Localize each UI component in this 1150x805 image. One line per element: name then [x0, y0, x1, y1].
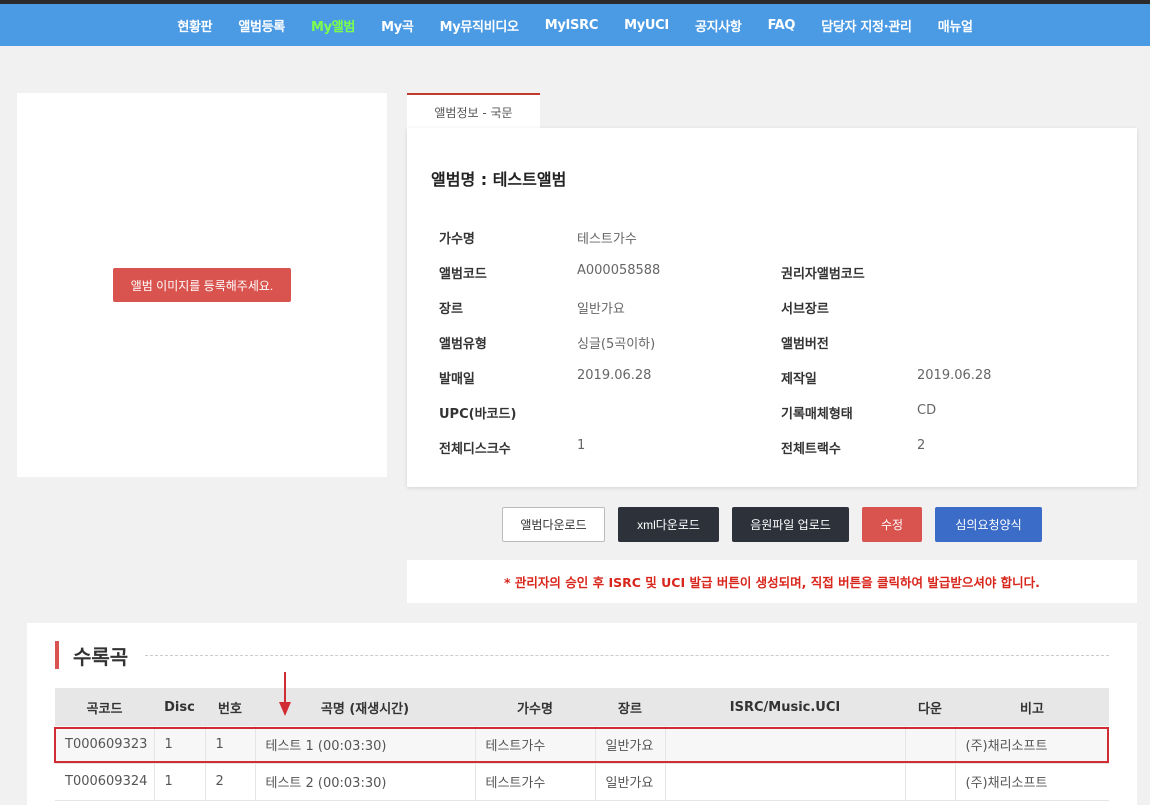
- production-date-value: 2019.06.28: [917, 368, 992, 383]
- nav-manager[interactable]: 담당자 지정·관리: [821, 16, 912, 35]
- nav-album-register[interactable]: 앨범등록: [238, 16, 285, 35]
- col-header-download: 다운: [905, 688, 955, 726]
- release-date-value: 2019.06.28: [577, 368, 652, 383]
- total-discs-label: 전체디스크수: [439, 442, 511, 457]
- nav-my-uci[interactable]: MyUCI: [624, 18, 669, 33]
- genre-value: 일반가요: [577, 302, 625, 317]
- subgenre-label: 서브장르: [781, 302, 829, 317]
- cell-number: 1: [205, 726, 256, 764]
- cell-genre: 일반가요: [595, 726, 666, 764]
- album-info-panel: 앨범명 : 테스트앨범 가수명 테스트가수 앨범코드 A000058588 권리…: [407, 128, 1137, 487]
- col-header-song-code: 곡코드: [55, 688, 154, 726]
- col-header-number: 번호: [205, 688, 255, 726]
- cell-disc: 1: [154, 726, 206, 764]
- col-header-isrc-uci: ISRC/Music.UCI: [665, 688, 905, 726]
- album-type-label: 앨범유형: [439, 337, 487, 352]
- main-nav: 현황판 앨범등록 My앨범 My곡 My뮤직비디오 MyISRC MyUCI 공…: [0, 4, 1150, 46]
- section-divider: [145, 655, 1109, 656]
- album-image-area: 앨범 이미지를 등록해주세요.: [17, 93, 387, 477]
- media-type-value: CD: [917, 403, 937, 418]
- album-code-value: A000058588: [577, 263, 661, 278]
- cell-note: (주)채리소프트: [955, 763, 1109, 801]
- tracks-table: 곡코드 Disc 번호 곡명 (재생시간) 가수명 장르 ISRC/Music.…: [55, 688, 1109, 801]
- col-header-artist: 가수명: [475, 688, 595, 726]
- col-header-note: 비고: [955, 688, 1109, 726]
- down-arrow-icon: [279, 672, 291, 716]
- genre-label: 장르: [439, 302, 463, 317]
- review-request-form-button[interactable]: 심의요청양식: [935, 507, 1042, 542]
- nav-notices[interactable]: 공지사항: [695, 16, 742, 35]
- upc-label: UPC(바코드): [439, 407, 517, 422]
- cell-song-code: T000609324: [55, 763, 155, 801]
- album-version-label: 앨범버전: [781, 337, 829, 352]
- nav-dashboard[interactable]: 현황판: [177, 16, 212, 35]
- media-type-label: 기록매체형태: [781, 407, 853, 422]
- tab-album-info-korean[interactable]: 앨범정보 - 국문: [407, 93, 540, 129]
- register-image-button[interactable]: 앨범 이미지를 등록해주세요.: [113, 268, 291, 302]
- cell-download: [905, 726, 956, 764]
- cell-artist: 테스트가수: [475, 726, 596, 764]
- cell-song-name[interactable]: 테스트 1 (00:03:30): [255, 726, 476, 764]
- cell-isrc-uci: [665, 726, 906, 764]
- album-title: 앨범명 : 테스트앨범: [431, 170, 567, 189]
- artist-label: 가수명: [439, 232, 475, 247]
- album-download-button[interactable]: 앨범다운로드: [502, 507, 605, 542]
- nav-faq[interactable]: FAQ: [768, 18, 796, 33]
- edit-button[interactable]: 수정: [862, 507, 922, 542]
- cell-disc: 1: [154, 763, 206, 801]
- album-code-label: 앨범코드: [439, 267, 487, 282]
- release-date-label: 발매일: [439, 372, 475, 387]
- total-tracks-value: 2: [917, 438, 926, 453]
- cell-artist: 테스트가수: [475, 763, 596, 801]
- tracks-section-title: 수록곡: [55, 641, 128, 669]
- nav-my-album[interactable]: My앨범: [311, 16, 355, 35]
- cell-number: 2: [205, 763, 256, 801]
- nav-my-isrc[interactable]: MyISRC: [545, 18, 599, 33]
- total-discs-value: 1: [577, 438, 586, 453]
- cell-note: (주)채리소프트: [955, 726, 1109, 764]
- rights-album-code-label: 권리자앨범코드: [781, 267, 865, 282]
- cell-song-name[interactable]: 테스트 2 (00:03:30): [255, 763, 476, 801]
- nav-my-song[interactable]: My곡: [381, 16, 414, 35]
- cell-isrc-uci: [665, 763, 906, 801]
- xml-download-button[interactable]: xml다운로드: [618, 507, 719, 542]
- cell-song-code: T000609323: [55, 726, 155, 764]
- col-header-genre: 장르: [595, 688, 665, 726]
- upload-audio-button[interactable]: 음원파일 업로드: [732, 507, 849, 542]
- table-row[interactable]: T000609324 1 2 테스트 2 (00:03:30) 테스트가수 일반…: [55, 763, 1109, 801]
- production-date-label: 제작일: [781, 372, 817, 387]
- artist-value: 테스트가수: [577, 232, 637, 247]
- col-header-disc: Disc: [154, 688, 205, 726]
- isrc-uci-notice: * 관리자의 승인 후 ISRC 및 UCI 발급 버튼이 생성되며, 직접 버…: [407, 560, 1137, 603]
- cell-genre: 일반가요: [595, 763, 666, 801]
- album-type-value: 싱글(5곡이하): [577, 337, 656, 352]
- total-tracks-label: 전체트랙수: [781, 442, 841, 457]
- nav-my-music-video[interactable]: My뮤직비디오: [440, 16, 519, 35]
- tracks-panel: 수록곡 곡코드 Disc 번호 곡명 (재생시간) 가수명 장르 ISRC/Mu…: [27, 623, 1137, 805]
- nav-manual[interactable]: 매뉴얼: [938, 16, 973, 35]
- table-header-row: 곡코드 Disc 번호 곡명 (재생시간) 가수명 장르 ISRC/Music.…: [55, 688, 1109, 726]
- cell-download: [905, 763, 956, 801]
- table-row[interactable]: T000609323 1 1 테스트 1 (00:03:30) 테스트가수 일반…: [55, 726, 1109, 764]
